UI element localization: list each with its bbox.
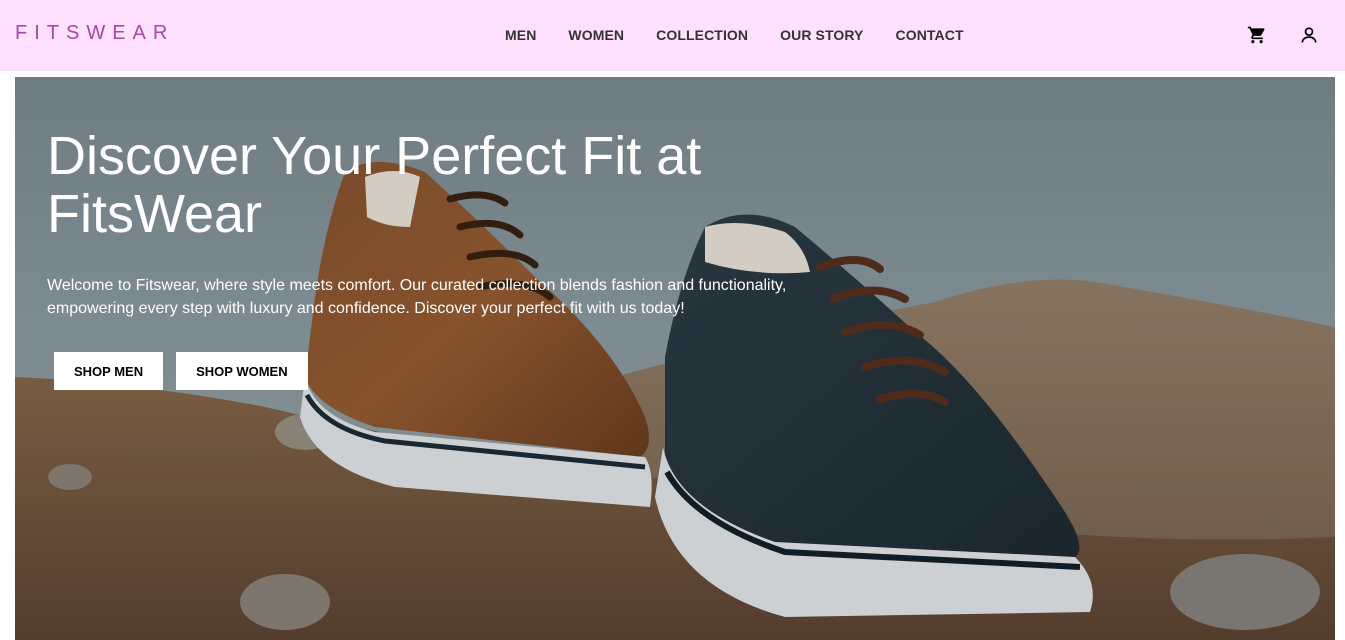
- hero-banner: Discover Your Perfect Fit at FitsWear We…: [15, 77, 1335, 640]
- cart-icon[interactable]: [1246, 24, 1268, 46]
- nav-link-collection[interactable]: COLLECTION: [656, 27, 748, 43]
- header-actions: [1246, 24, 1320, 46]
- main-nav: MEN WOMEN COLLECTION OUR STORY CONTACT: [505, 27, 996, 43]
- hero-actions: SHOP MEN SHOP WOMEN: [54, 352, 308, 390]
- top-navbar: FITSWEAR MEN WOMEN COLLECTION OUR STORY …: [0, 0, 1345, 71]
- shop-women-button[interactable]: SHOP WOMEN: [176, 352, 308, 390]
- shop-men-button[interactable]: SHOP MEN: [54, 352, 164, 390]
- nav-link-contact[interactable]: CONTACT: [896, 27, 964, 43]
- nav-link-women[interactable]: WOMEN: [568, 27, 624, 43]
- hero-title: Discover Your Perfect Fit at FitsWear: [47, 126, 702, 244]
- user-icon[interactable]: [1298, 24, 1320, 46]
- brand-logo[interactable]: FITSWEAR: [15, 22, 174, 45]
- nav-link-our-story[interactable]: OUR STORY: [780, 27, 863, 43]
- hero-description: Welcome to Fitswear, where style meets c…: [47, 277, 787, 317]
- nav-link-men[interactable]: MEN: [505, 27, 536, 43]
